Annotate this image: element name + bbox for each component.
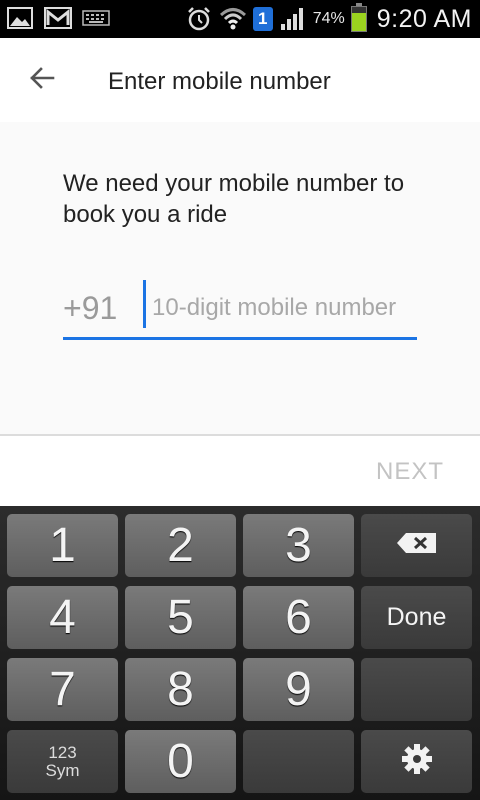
text-cursor	[143, 280, 146, 328]
alarm-icon	[185, 7, 213, 31]
key-5[interactable]: 5	[125, 586, 236, 649]
key-3[interactable]: 3	[243, 514, 354, 577]
key-6[interactable]: 6	[243, 586, 354, 649]
gear-icon	[400, 742, 434, 781]
wifi-icon	[219, 7, 247, 31]
input-underline	[63, 337, 417, 340]
next-button[interactable]: NEXT	[376, 458, 444, 486]
settings-key[interactable]	[361, 730, 472, 793]
gmail-icon	[44, 6, 72, 30]
key-2[interactable]: 2	[125, 514, 236, 577]
battery-percent: 74%	[312, 10, 345, 27]
blank-key	[361, 658, 472, 721]
key-4[interactable]: 4	[7, 586, 118, 649]
back-button[interactable]	[22, 60, 62, 100]
backspace-key[interactable]	[361, 514, 472, 577]
symbols-key-top: 123	[48, 742, 77, 762]
footer: NEXT	[0, 436, 480, 506]
mobile-number-form: We need your mobile number to book you a…	[0, 122, 480, 435]
country-code: +91	[63, 290, 118, 326]
done-key[interactable]: Done	[361, 586, 472, 649]
arrow-back-icon	[29, 66, 55, 95]
backspace-icon	[396, 532, 438, 559]
status-bar: 1 74% 9:20 AM	[0, 0, 480, 38]
symbols-key-bottom: Sym	[45, 760, 80, 780]
numeric-keyboard: 1 2 3 4 5 6 Done 7 8 9 123 Sym 0	[0, 506, 480, 800]
key-0[interactable]: 0	[125, 730, 236, 793]
key-7[interactable]: 7	[7, 658, 118, 721]
symbols-key[interactable]: 123 Sym	[7, 730, 118, 793]
key-1[interactable]: 1	[7, 514, 118, 577]
key-9[interactable]: 9	[243, 658, 354, 721]
app-bar: Enter mobile number	[0, 38, 480, 122]
battery-level	[351, 13, 366, 31]
keyboard-icon	[82, 6, 110, 30]
key-8[interactable]: 8	[125, 658, 236, 721]
blank-key	[243, 730, 354, 793]
gallery-icon	[6, 6, 34, 30]
notification-icons	[6, 6, 110, 30]
prompt-text: We need your mobile number to book you a…	[63, 170, 405, 228]
system-icons: 1 74% 9:20 AM	[185, 3, 472, 35]
notification-badge: 1	[252, 7, 273, 31]
mobile-number-input[interactable]	[152, 288, 416, 328]
signal-icon	[279, 7, 307, 31]
screen: 1 74% 9:20 AM Enter mobile number We nee…	[0, 0, 480, 800]
page-title: Enter mobile number	[108, 68, 331, 95]
battery-icon	[350, 3, 367, 32]
clock: 9:20 AM	[376, 4, 472, 33]
